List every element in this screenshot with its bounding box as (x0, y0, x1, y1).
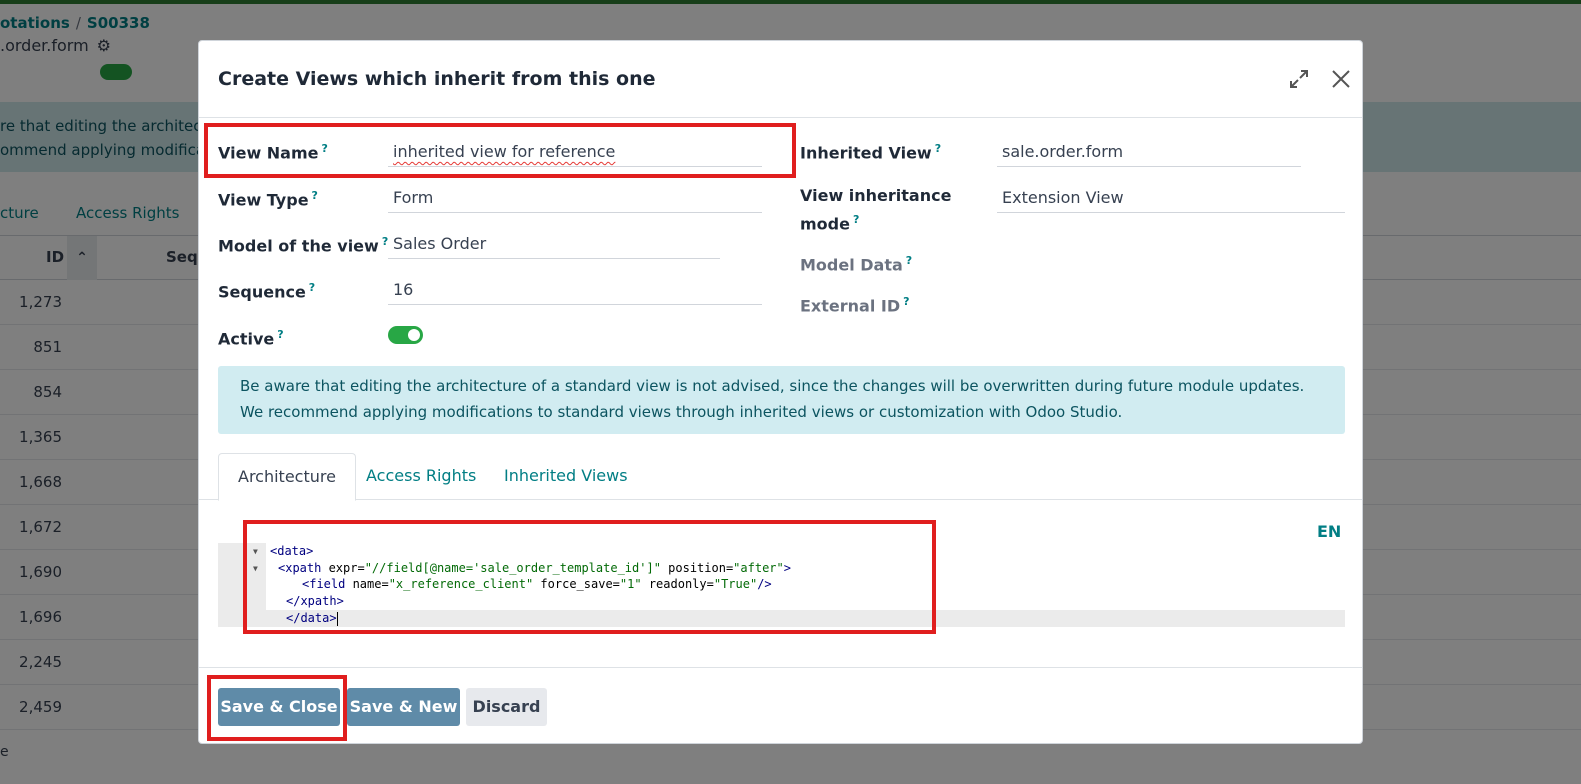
active-toggle[interactable] (388, 326, 423, 344)
help-icon[interactable]: ? (309, 281, 315, 294)
tab-architecture[interactable]: Architecture (218, 453, 356, 501)
modal-title: Create Views which inherit from this one (218, 68, 656, 90)
active-label: Active? (218, 328, 284, 349)
view-type-label: View Type? (218, 189, 318, 210)
discard-button[interactable]: Discard (466, 688, 547, 726)
help-icon[interactable]: ? (277, 328, 283, 341)
code-line: <xpath expr="//field[@name='sale_order_t… (278, 561, 791, 575)
code-line: </xpath> (286, 594, 344, 608)
close-icon[interactable] (1329, 67, 1353, 91)
notebook-tabs: Architecture Access Rights Inherited Vie… (199, 453, 1362, 501)
help-icon[interactable]: ? (935, 142, 941, 155)
text-cursor (336, 611, 338, 626)
expand-icon[interactable] (1287, 67, 1311, 91)
sequence-label: Sequence? (218, 281, 316, 302)
modal-header: Create Views which inherit from this one (199, 41, 1362, 118)
save-close-button[interactable]: Save & Close (218, 688, 340, 726)
model-field[interactable]: Sales Order (388, 231, 720, 259)
external-id-label: External ID? (800, 295, 910, 316)
editor-gutter (218, 543, 266, 627)
inheritance-mode-label: View inheritance mode? (800, 186, 952, 234)
warning-alert: Be aware that editing the architecture o… (218, 366, 1345, 434)
help-icon[interactable]: ? (853, 213, 859, 226)
alert-line: We recommend applying modifications to s… (240, 403, 1123, 421)
code-line: </data> (286, 611, 338, 626)
editor-active-line (266, 610, 1345, 627)
modal-footer: Save & Close Save & New Discard (199, 667, 1362, 745)
help-icon[interactable]: ? (322, 142, 328, 155)
help-icon[interactable]: ? (312, 189, 318, 202)
inherited-view-field[interactable]: sale.order.form (997, 139, 1301, 167)
view-name-input[interactable]: inherited view for reference (388, 139, 762, 167)
code-line: <data> (270, 544, 314, 558)
create-inherited-view-dialog: Create Views which inherit from this one… (198, 40, 1363, 744)
inheritance-mode-select[interactable]: Extension View (997, 185, 1345, 213)
architecture-code-editor[interactable]: ▼ ▼ <data> <xpath expr="//field[@name='s… (218, 543, 1345, 627)
tab-inherited-views[interactable]: Inherited Views (485, 453, 647, 500)
view-name-label: View Name? (218, 142, 328, 163)
fold-arrow-icon[interactable]: ▼ (253, 560, 258, 577)
language-toggle[interactable]: EN (1317, 522, 1341, 541)
fold-arrow-icon[interactable]: ▼ (253, 543, 258, 560)
save-new-button[interactable]: Save & New (347, 688, 460, 726)
view-type-select[interactable]: Form (388, 185, 762, 213)
model-label: Model of the view? (218, 235, 389, 256)
sequence-input[interactable]: 16 (388, 277, 762, 305)
help-icon[interactable]: ? (903, 295, 909, 308)
help-icon[interactable]: ? (906, 254, 912, 267)
code-line: <field name="x_reference_client" force_s… (302, 577, 772, 591)
tab-access-rights[interactable]: Access Rights (347, 453, 495, 500)
alert-line: Be aware that editing the architecture o… (240, 377, 1305, 395)
inherited-view-label: Inherited View? (800, 142, 942, 163)
model-data-label: Model Data? (800, 254, 913, 275)
